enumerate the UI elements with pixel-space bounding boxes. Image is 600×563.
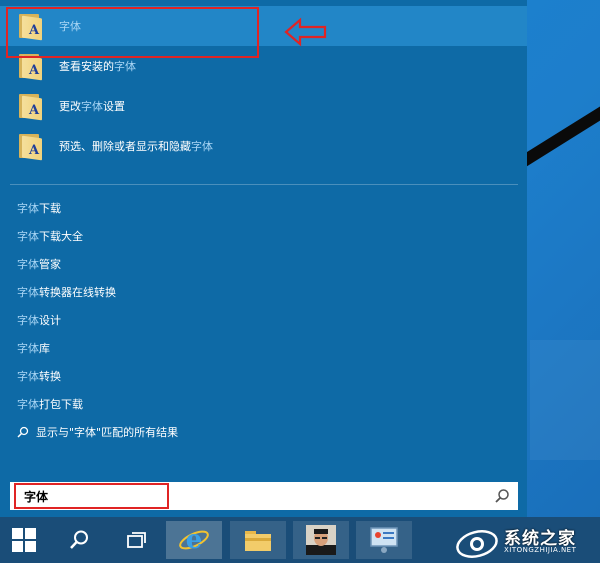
font-folder-icon: A <box>16 132 44 161</box>
control-panel-icon <box>370 527 398 553</box>
font-folder-icon: A <box>16 92 44 121</box>
suggestion-text: 转换 <box>39 370 61 383</box>
suggestion-text: 设计 <box>39 314 61 327</box>
watermark: 系统之家 XITONGZHIJIA.NET <box>452 522 600 562</box>
font-glyph: A <box>29 143 40 158</box>
label-segment: 字体 <box>191 140 213 153</box>
suggestion-text: 下载大全 <box>39 230 83 243</box>
web-suggestion-item[interactable]: 字体库 <box>17 334 517 362</box>
web-suggestion-item[interactable]: 字体 管家 <box>17 250 517 278</box>
suggestion-highlight: 字体 <box>17 258 39 271</box>
web-suggestion-item[interactable]: 字体 打包下载 <box>17 390 517 418</box>
watermark-url: XITONGZHIJIA.NET <box>504 546 577 554</box>
taskbar-control-panel[interactable] <box>356 521 412 559</box>
svg-text:e: e <box>186 525 203 555</box>
app-result-label: 查看安装的字体 <box>59 58 136 74</box>
label-segment: 预选、删除或者显示和隐藏 <box>59 140 191 153</box>
taskbar-search-button[interactable] <box>50 517 108 563</box>
suggestion-highlight: 字体 <box>17 230 39 243</box>
suggestion-text: 库 <box>39 342 50 355</box>
search-input[interactable]: 字体 <box>24 488 48 505</box>
wallpaper-shape <box>530 340 600 460</box>
suggestion-text: 打包下载 <box>39 398 83 411</box>
label-segment: 查看安装的 <box>59 60 114 73</box>
internet-explorer-icon: e <box>179 525 209 555</box>
web-suggestion-item[interactable]: 字体 设计 <box>17 306 517 334</box>
windows-logo-icon <box>12 528 36 552</box>
search-bar[interactable]: 字体 <box>10 482 518 510</box>
app-result-item[interactable]: A 更改字体设置 <box>0 86 527 126</box>
watermark-logo-icon <box>456 530 498 558</box>
annotation-arrow-icon <box>284 17 327 47</box>
search-icon <box>70 530 88 549</box>
taskbar-file-explorer[interactable] <box>230 521 286 559</box>
suggestion-text: 下载 <box>39 202 61 215</box>
label-segment: 字体 <box>81 100 103 113</box>
suggestion-text: 转换器在线转换 <box>39 286 116 299</box>
section-divider <box>10 184 518 185</box>
label-segment: 字体 <box>114 60 136 73</box>
folder-icon <box>245 531 271 551</box>
task-view-icon <box>127 532 146 548</box>
taskbar-photo-app[interactable] <box>293 521 349 559</box>
suggestion-highlight: 字体 <box>17 398 39 411</box>
annotation-highlight-box <box>6 7 259 58</box>
web-suggestion-item[interactable]: 字体 下载 <box>17 194 517 222</box>
app-result-label: 更改字体设置 <box>59 98 125 114</box>
label-segment: 更改 <box>59 100 81 113</box>
start-search-panel: A 字体 A 查看安装的字体 A 更改字体设置 A 预选、删除或者显示和隐藏字体 字体 下载 字体… <box>0 0 527 517</box>
font-glyph: A <box>29 63 40 78</box>
show-all-results-label: 显示与"字体"匹配的所有结果 <box>36 426 179 439</box>
label-segment: 设置 <box>103 100 125 113</box>
suggestion-highlight: 字体 <box>17 370 39 383</box>
app-result-item[interactable]: A 预选、删除或者显示和隐藏字体 <box>0 126 527 166</box>
web-suggestions-list: 字体 下载 字体 下载大全 字体 管家 字体 转换器在线转换 字体 设计 字体库字体 转换 字体 打包下载… <box>17 194 517 446</box>
task-view-button[interactable] <box>108 517 166 563</box>
search-icon[interactable] <box>494 488 510 504</box>
web-suggestion-item[interactable]: 字体 下载大全 <box>17 222 517 250</box>
font-glyph: A <box>29 103 40 118</box>
suggestion-highlight: 字体 <box>17 314 39 327</box>
suggestion-highlight: 字体 <box>17 342 39 355</box>
suggestion-highlight: 字体 <box>17 202 39 215</box>
suggestion-highlight: 字体 <box>17 286 39 299</box>
person-photo-icon <box>306 525 336 555</box>
app-result-label: 预选、删除或者显示和隐藏字体 <box>59 138 213 154</box>
start-button[interactable] <box>0 517 48 563</box>
web-suggestion-item[interactable]: 字体 转换 <box>17 362 517 390</box>
search-icon <box>17 426 29 438</box>
web-suggestion-item[interactable]: 字体 转换器在线转换 <box>17 278 517 306</box>
taskbar-internet-explorer[interactable]: e <box>166 521 222 559</box>
show-all-results-link[interactable]: 显示与"字体"匹配的所有结果 <box>17 418 517 446</box>
suggestion-text: 管家 <box>39 258 61 271</box>
